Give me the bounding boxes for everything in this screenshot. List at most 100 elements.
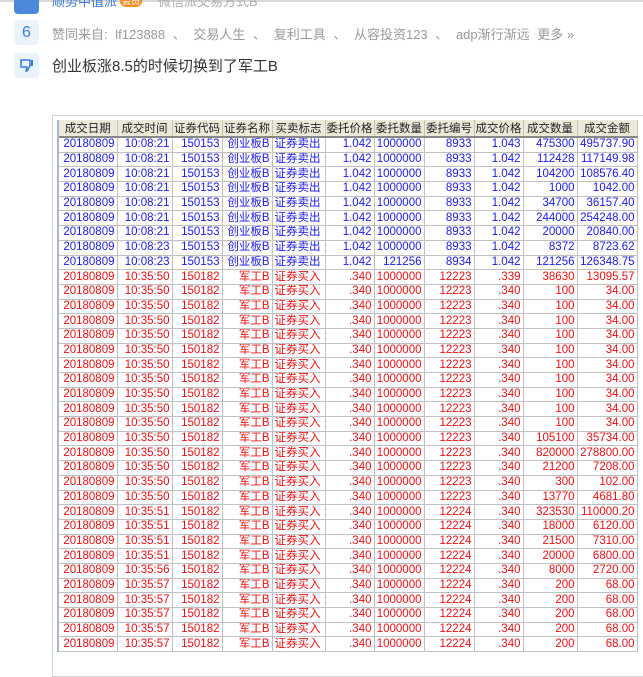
table-row[interactable]: 20180809 10:08:21 150153 创业板B 证券卖出 1.042 10000… [59,152,638,168]
cell-side: 证券卖出 [272,255,326,271]
cell-code: 150182 [172,636,223,653]
cell-name: 军工B [222,269,273,285]
column-header[interactable]: 证券代码 [172,120,223,138]
cell-code: 150182 [172,475,223,491]
cell-order-qty: 1000000 [374,475,425,491]
table-row[interactable]: 20180809 10:35:50 150182 军工B 证券买入 .340 1000000… [59,431,638,447]
table-row[interactable]: 20180809 10:35:50 150182 军工B 证券买入 .340 1000000… [59,313,638,329]
previous-author-avatar[interactable] [14,0,39,14]
cell-time: 10:08:21 [117,196,173,212]
cell-deal-price: 1.042 [474,181,524,197]
cell-deal-price: .340 [474,328,524,344]
cell-side: 证券买入 [272,284,326,300]
column-header[interactable]: 成交日期 [59,120,118,138]
liker-link[interactable]: 复利工具 [274,27,326,42]
like-count-box[interactable]: 6 [14,20,39,45]
cell-order-id: 8933 [424,240,475,256]
cell-side: 证券卖出 [272,166,326,183]
table-row[interactable]: 20180809 10:35:57 150182 军工B 证券买入 .340 1000000… [59,592,638,608]
column-header[interactable]: 成交金额 [577,120,638,138]
liker-link[interactable]: 交易人生 [193,27,245,42]
cell-code: 150182 [172,328,223,344]
cell-deal-amount: 278800.00 [577,445,638,462]
table-row[interactable]: 20180809 10:35:50 150182 军工B 证券买入 .340 1000000… [59,328,638,344]
table-row[interactable]: 20180809 10:35:50 150182 军工B 证券买入 .340 1000000… [59,416,638,432]
cell-order-id: 8933 [424,210,475,227]
table-row[interactable]: 20180809 10:35:50 150182 军工B 证券买入 .340 1000000… [59,299,638,315]
cell-deal-amount: 34.00 [577,401,638,418]
cell-date: 20180809 [59,313,118,329]
cell-order-qty: 1000000 [374,299,425,315]
table-row[interactable]: 20180809 10:35:56 150182 军工B 证券买入 .340 1000000… [59,563,638,579]
table-row[interactable]: 20180809 10:35:51 150182 军工B 证券买入 .340 1000000… [59,534,638,550]
cell-date: 20180809 [59,372,118,388]
cell-time: 10:35:50 [117,490,173,506]
cell-side: 证券卖出 [272,210,326,227]
table-row[interactable]: 20180809 10:35:57 150182 军工B 证券买入 .340 1000000… [59,636,638,653]
column-header[interactable]: 证券名称 [222,120,273,138]
table-row[interactable]: 20180809 10:35:57 150182 军工B 证券买入 .340 1000000… [59,607,638,623]
column-header[interactable]: 成交价格 [474,120,524,138]
dislike-button[interactable] [14,53,39,78]
cell-code: 150182 [172,445,223,462]
table-row[interactable]: 20180809 10:35:50 150182 军工B 证券买入 .340 1000000… [59,284,638,300]
table-row[interactable]: 20180809 10:08:21 150153 创业板B 证券卖出 1.042 10000… [59,225,638,241]
cell-code: 150182 [172,431,223,447]
cell-deal-price: .340 [474,357,524,373]
column-header[interactable]: 委托数量 [374,120,425,138]
cell-code: 150182 [172,592,223,608]
table-row[interactable]: 20180809 10:35:50 150182 军工B 证券买入 .340 1000000… [59,475,638,491]
cell-name: 军工B [222,607,273,623]
cell-deal-price: .340 [474,607,524,623]
table-row[interactable]: 20180809 10:35:50 150182 军工B 证券买入 .340 1000000… [59,357,638,373]
cell-code: 150182 [172,534,223,550]
column-header[interactable]: 委托价格 [325,120,375,138]
separator: 、 [172,27,186,42]
table-row[interactable]: 20180809 10:35:50 150182 军工B 证券买入 .340 1000000… [59,343,638,359]
table-row[interactable]: 20180809 10:08:21 150153 创业板B 证券卖出 1.042 10000… [59,166,638,183]
table-row[interactable]: 20180809 10:35:51 150182 军工B 证券买入 .340 1000000… [59,548,638,564]
cell-date: 20180809 [59,548,118,564]
cell-name: 创业板B [222,255,273,271]
cell-order-id: 12224 [424,592,475,608]
table-row[interactable]: 20180809 10:35:50 150182 军工B 证券买入 .340 1000000… [59,445,638,462]
cell-deal-qty: 100 [523,284,578,300]
table-row[interactable]: 20180809 10:08:21 150153 创业板B 证券卖出 1.042 10000… [59,196,638,212]
cell-deal-amount: 8723.62 [577,240,638,256]
previous-author-name[interactable]: 顺势中值派 [52,0,117,10]
cell-time: 10:35:51 [117,519,173,535]
cell-deal-price: .340 [474,636,524,653]
cell-name: 创业板B [222,152,273,168]
cell-side: 证券买入 [272,387,326,403]
table-row[interactable]: 20180809 10:35:50 150182 军工B 证券买入 .340 1000000… [59,460,638,476]
table-row[interactable]: 20180809 10:08:23 150153 创业板B 证券卖出 1.042 10000… [59,240,638,256]
table-row[interactable]: 20180809 10:08:21 150153 创业板B 证券卖出 1.042 10000… [59,210,638,227]
cell-deal-amount: 68.00 [577,622,638,638]
table-row[interactable]: 20180809 10:35:57 150182 军工B 证券买入 .340 1000000… [59,622,638,638]
table-row[interactable]: 20180809 10:35:57 150182 军工B 证券买入 .340 1000000… [59,578,638,594]
table-row[interactable]: 20180809 10:35:51 150182 军工B 证券买入 .340 1000000… [59,519,638,535]
table-row[interactable]: 20180809 10:35:51 150182 军工B 证券买入 .340 1000000… [59,504,638,520]
table-row[interactable]: 20180809 10:35:50 150182 军工B 证券买入 .340 1000000… [59,387,638,403]
cell-code: 150182 [172,416,223,432]
more-likers-link[interactable]: 更多 » [537,27,574,42]
table-row[interactable]: 20180809 10:35:50 150182 军工B 证券买入 .340 1000000… [59,490,638,506]
column-header[interactable]: 委托编号 [424,120,475,138]
liker-link[interactable]: adp渐行渐远 [456,27,530,42]
table-row[interactable]: 20180809 10:08:23 150153 创业板B 证券卖出 1.042 12125… [59,255,638,271]
table-row[interactable]: 20180809 10:35:50 150182 军工B 证券买入 .340 1000000… [59,269,638,285]
cell-deal-amount: 13095.57 [577,269,638,285]
column-header[interactable]: 成交时间 [117,120,173,138]
column-header[interactable]: 成交数量 [523,120,578,138]
cell-side: 证券买入 [272,357,326,373]
cell-order-id: 12223 [424,328,475,344]
table-row[interactable]: 20180809 10:08:21 150153 创业板B 证券卖出 1.042 10000… [59,181,638,197]
liker-link[interactable]: lf123888 [115,27,165,42]
liker-link[interactable]: 从容投资123 [354,27,428,42]
table-row[interactable]: 20180809 10:35:50 150182 军工B 证券买入 .340 1000000… [59,401,638,418]
cell-order-price: 1.042 [325,210,375,227]
table-row[interactable]: 20180809 10:35:50 150182 军工B 证券买入 .340 1000000… [59,372,638,388]
column-header[interactable]: 买卖标志 [272,120,326,138]
table-row[interactable]: 20180809 10:08:21 150153 创业板B 证券卖出 1.042 10000… [59,135,638,153]
cell-side: 证券买入 [272,475,326,491]
